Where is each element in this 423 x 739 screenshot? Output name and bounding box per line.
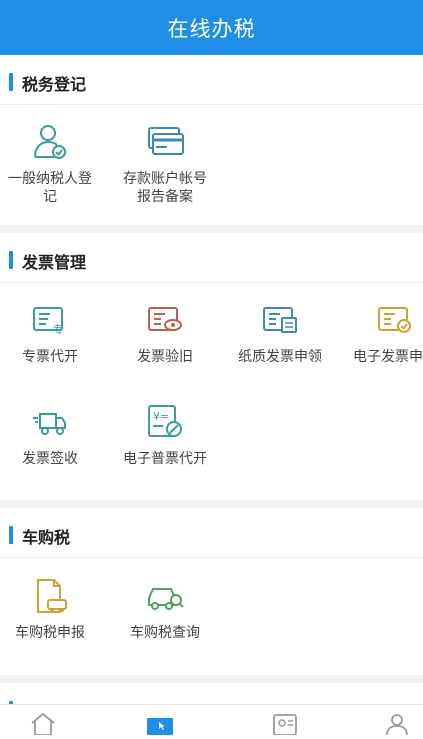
tile-general-taxpayer-registration[interactable]: 一般纳税人登记	[0, 122, 100, 206]
car-search-icon	[148, 588, 184, 610]
tile-paper-invoice-application[interactable]: 纸质发票申领	[230, 300, 330, 366]
yuan-ticket-icon: ¥=	[148, 405, 182, 437]
ticket-special-icon: 专	[33, 307, 64, 336]
section-title: 发票管理	[22, 253, 87, 272]
section-header: 发票管理	[0, 233, 423, 283]
tile-e-plain-invoice-issuance[interactable]: ¥= 电子普票代开	[115, 402, 215, 468]
section-accent-bar	[9, 251, 13, 269]
user-icon	[386, 714, 408, 736]
bottom-tab-bar	[0, 704, 423, 736]
section-title: 车购税	[22, 528, 71, 547]
tab-contacts[interactable]	[270, 711, 300, 736]
tile-label: 一般纳税人登记	[8, 171, 92, 205]
tile-label: 纸质发票申领	[238, 349, 322, 365]
tile-label: 发票验旧	[137, 349, 193, 365]
tab-profile[interactable]	[382, 711, 412, 736]
section-title: 税务登记	[22, 75, 87, 94]
tile-vehicle-tax-filing[interactable]: 车购税申报	[0, 576, 100, 642]
section-header: 税务登记	[0, 55, 423, 105]
tile-label: 电子发票申领	[353, 349, 423, 365]
section-invoice-management: 发票管理	[0, 225, 423, 283]
tile-invoice-verification[interactable]: 发票验旧	[115, 300, 215, 366]
section-accent-bar	[9, 526, 13, 544]
tab-home[interactable]	[28, 711, 58, 736]
ticket-check-icon	[378, 307, 411, 333]
contacts-icon	[273, 714, 297, 736]
ticket-eye-icon	[148, 307, 182, 331]
person-check-icon	[34, 125, 66, 159]
app-header: 在线办税	[0, 0, 423, 55]
tile-label: 车购税查询	[130, 625, 200, 641]
delivery-truck-icon	[33, 413, 66, 435]
home-icon	[31, 712, 55, 736]
tile-bank-account-filing[interactable]: 存款账户帐号报告备案	[115, 122, 215, 206]
svg-text:专: 专	[53, 322, 64, 336]
section-header: 车购税	[0, 508, 423, 558]
tile-label: 发票签收	[22, 451, 78, 467]
svg-text:¥=: ¥=	[153, 410, 169, 423]
tile-label: 专票代开	[22, 349, 78, 365]
tile-special-invoice-issuance[interactable]: 专 专票代开	[0, 300, 100, 366]
bank-card-icon	[148, 127, 184, 155]
tile-vehicle-tax-query[interactable]: 车购税查询	[115, 576, 215, 642]
page-title: 在线办税	[167, 16, 256, 41]
tile-invoice-receipt[interactable]: 发票签收	[0, 402, 100, 468]
tile-e-invoice-application[interactable]: 电子发票申领	[345, 300, 423, 366]
section-accent-bar	[9, 73, 13, 91]
tile-label: 电子普票代开	[123, 451, 207, 467]
section-tax-registration: 税务登记	[0, 55, 423, 105]
ticket-paper-icon	[263, 307, 297, 333]
tile-label: 车购税申报	[15, 625, 85, 641]
tile-label: 存款账户帐号报告备案	[123, 171, 207, 205]
section-vehicle-purchase-tax: 车购税	[0, 500, 423, 558]
document-car-icon	[37, 579, 67, 613]
apps-icon	[147, 718, 173, 735]
tab-online-tax[interactable]	[145, 711, 175, 735]
